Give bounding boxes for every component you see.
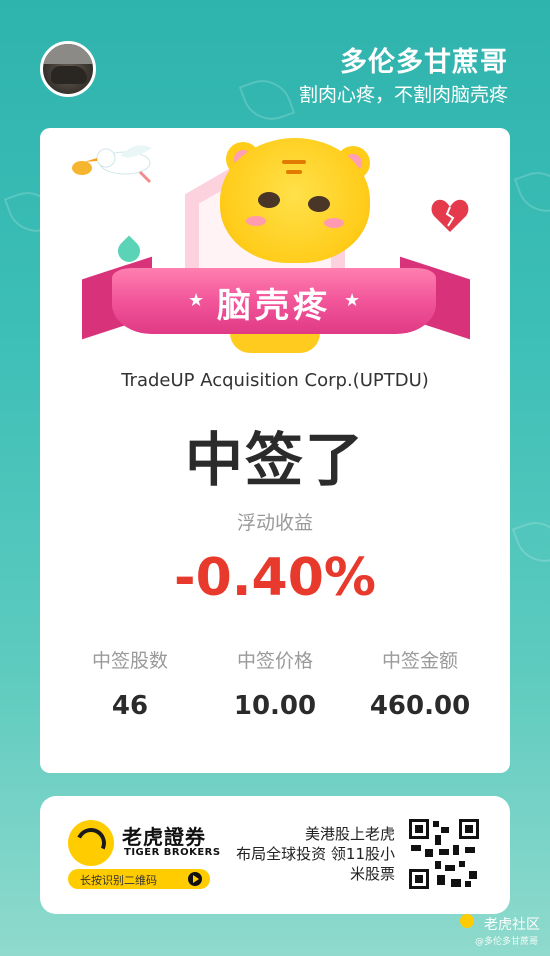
watermark-user: @多伦多甘蔗哥	[474, 937, 538, 947]
result-title: 中签了	[184, 426, 365, 494]
arrow-right-icon	[188, 872, 202, 886]
background-leaf-icon	[511, 513, 550, 571]
scan-hint-text: 长按识别二维码	[80, 874, 157, 887]
pnl-value: -0.40%	[174, 548, 376, 608]
promo-text: 美港股上老虎 布局全球投资 领11股小 米股票	[236, 825, 395, 883]
background-leaf-icon	[513, 163, 550, 221]
broken-heart-icon	[431, 199, 469, 232]
qr-code-icon[interactable]	[409, 819, 479, 889]
company-name: TradeUP Acquisition Corp.(UPTDU)	[121, 370, 429, 391]
user-name: 多伦多甘蔗哥	[340, 47, 508, 78]
background-leaf-icon	[238, 71, 296, 129]
banner-text: 脑壳疼	[217, 286, 331, 326]
broker-name-en: TIGER BROKERS	[124, 847, 221, 858]
tiger-mascot-icon	[220, 138, 370, 263]
promo-card[interactable]: 老虎證券 TIGER BROKERS 长按识别二维码 美港股上老虎 布局全球投资…	[40, 796, 510, 914]
stat-value: 10.00	[233, 691, 317, 721]
ipo-result-card: ★ ★ 脑壳疼 TradeUP Acquisition Corp.(UPTDU)…	[40, 128, 510, 773]
watermark-brand: 老虎社区	[484, 917, 540, 933]
tiger-brokers-logo-icon	[68, 820, 114, 866]
user-slogan: 割肉心疼，不割肉脑壳疼	[298, 84, 508, 106]
bull-statue-icon	[51, 66, 87, 84]
tiger-community-icon	[460, 914, 474, 928]
stat-amount: 中签金额 460.00	[350, 646, 490, 721]
pnl-label: 浮动收益	[236, 512, 313, 534]
stat-label: 中签股数	[91, 650, 168, 672]
broker-name-cn: 老虎證券	[122, 825, 206, 849]
bird-icon	[72, 145, 152, 184]
stat-value: 46	[111, 691, 149, 721]
stat-shares: 中签股数 46	[60, 646, 200, 721]
stat-price: 中签价格 10.00	[205, 646, 345, 721]
user-avatar[interactable]	[40, 41, 96, 97]
allotment-stats: 中签股数 46 中签价格 10.00 中签金额 460.00	[60, 646, 490, 721]
stat-value: 460.00	[369, 691, 471, 721]
stat-label: 中签金额	[381, 650, 458, 672]
stat-label: 中签价格	[236, 650, 313, 672]
